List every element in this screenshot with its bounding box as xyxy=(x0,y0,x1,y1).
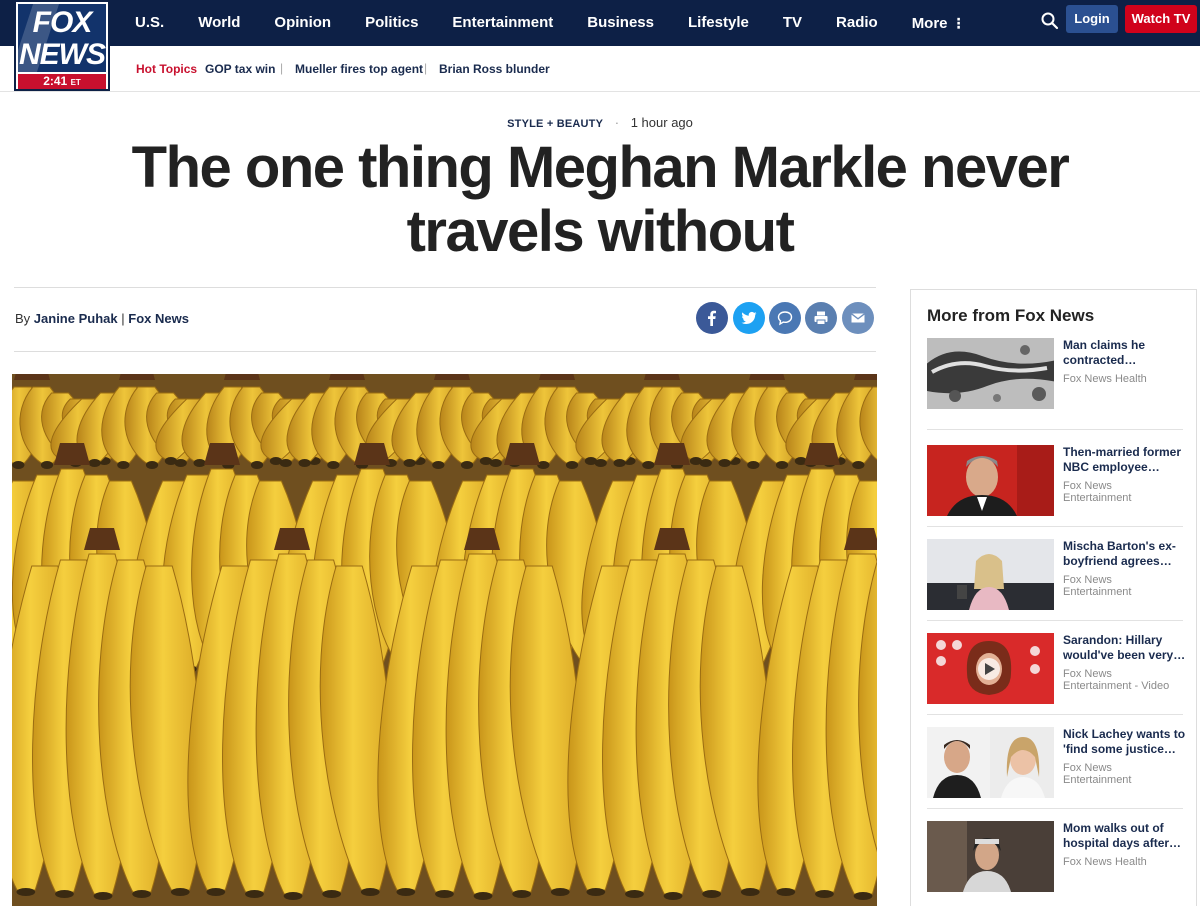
byline-prefix: By xyxy=(15,311,31,326)
story-source: Fox News Health xyxy=(1063,373,1147,385)
comment-button[interactable] xyxy=(769,302,801,334)
divider xyxy=(14,287,876,288)
sidebar-story[interactable]: Then-married former NBC employee… Fox Ne… xyxy=(927,445,1185,523)
divider xyxy=(927,714,1183,715)
logo-time-value: 2:41 xyxy=(43,74,68,88)
nav-item-business[interactable]: Business xyxy=(570,2,671,44)
facebook-share-button[interactable] xyxy=(696,302,728,334)
nav-item-us[interactable]: U.S. xyxy=(118,2,181,44)
divider xyxy=(927,808,1183,809)
email-share-button[interactable] xyxy=(842,302,874,334)
byline: By Janine Puhak | Fox News xyxy=(15,311,189,326)
nav-item-tv[interactable]: TV xyxy=(766,2,819,44)
logo-timezone: ET xyxy=(70,78,81,87)
story-source: Fox News Entertainment xyxy=(1063,480,1132,504)
print-button[interactable] xyxy=(805,302,837,334)
story-thumbnail xyxy=(927,821,1054,892)
story-headline: Man claims he contracted… xyxy=(1063,338,1146,367)
story-thumbnail xyxy=(927,539,1054,610)
main-nav: U.S. World Opinion Politics Entertainmen… xyxy=(118,0,983,46)
sidebar-story[interactable]: Man claims he contracted… Fox News Healt… xyxy=(927,338,1185,416)
divider xyxy=(14,351,876,352)
hot-topics-label: Hot Topics xyxy=(136,62,198,76)
sidebar-story[interactable]: Nick Lachey wants to 'find some justice…… xyxy=(927,727,1185,805)
nav-item-lifestyle[interactable]: Lifestyle xyxy=(671,2,766,44)
article-timestamp: 1 hour ago xyxy=(630,115,693,130)
logo-clock: 2:41 ET xyxy=(18,74,106,89)
story-source: Fox News Entertainment - Video xyxy=(1063,668,1170,692)
story-thumbnail xyxy=(927,445,1054,516)
meta-separator: · xyxy=(614,115,620,130)
facebook-icon xyxy=(708,310,716,326)
search-icon[interactable] xyxy=(1040,11,1060,31)
nav-item-radio[interactable]: Radio xyxy=(819,2,895,44)
nav-item-opinion[interactable]: Opinion xyxy=(257,2,348,44)
hot-topics-bar: Hot Topics GOP tax win | Mueller fires t… xyxy=(0,46,1200,92)
bananas-illustration xyxy=(12,374,877,906)
story-thumbnail xyxy=(927,633,1054,704)
hot-topic-link[interactable]: GOP tax win xyxy=(205,62,275,76)
story-source: Fox News Health xyxy=(1063,856,1147,868)
story-source: Fox News Entertainment xyxy=(1063,574,1132,598)
category-link[interactable]: STYLE + BEAUTY xyxy=(507,118,603,130)
print-icon xyxy=(814,311,828,325)
article-meta: STYLE + BEAUTY · 1 hour ago xyxy=(0,115,1200,130)
nav-item-politics[interactable]: Politics xyxy=(348,2,435,44)
divider: | xyxy=(424,61,428,75)
author-link[interactable]: Janine Puhak xyxy=(34,311,118,326)
divider xyxy=(927,620,1183,621)
outlet-link[interactable]: Fox News xyxy=(128,311,189,326)
article-headline: The one thing Meghan Markle never travel… xyxy=(131,135,1070,264)
story-headline: Sarandon: Hillary would've been very… xyxy=(1063,633,1186,662)
sidebar-story[interactable]: Sarandon: Hillary would've been very… Fo… xyxy=(927,633,1185,711)
sidebar-story[interactable]: Mischa Barton's ex-boyfriend agrees… Fox… xyxy=(927,539,1185,617)
byline-separator: | xyxy=(121,311,125,326)
story-headline: Mischa Barton's ex-boyfriend agrees… xyxy=(1063,539,1176,568)
story-thumbnail xyxy=(927,338,1054,409)
sidebar-story[interactable]: Mom walks out of hospital days after… Fo… xyxy=(927,821,1185,899)
divider xyxy=(927,429,1183,430)
comment-icon xyxy=(777,311,793,326)
email-icon xyxy=(851,313,865,323)
nav-item-entertainment[interactable]: Entertainment xyxy=(435,2,570,44)
twitter-icon xyxy=(741,311,757,325)
story-headline: Mom walks out of hospital days after… xyxy=(1063,821,1182,850)
fox-news-logo[interactable]: FOX NEWS 2:41 ET xyxy=(14,0,110,91)
divider: | xyxy=(280,61,284,75)
story-headline: Then-married former NBC employee… xyxy=(1063,445,1182,474)
login-button[interactable]: Login xyxy=(1066,5,1118,33)
watch-tv-button[interactable]: Watch TV xyxy=(1125,5,1197,33)
logo-news-text: NEWS xyxy=(19,38,106,71)
sidebar-title: More from Fox News xyxy=(927,306,1095,325)
twitter-share-button[interactable] xyxy=(733,302,765,334)
nav-more-label: More xyxy=(911,14,948,32)
story-source: Fox News Entertainment xyxy=(1063,762,1132,786)
hot-topic-link[interactable]: Mueller fires top agent xyxy=(295,62,423,76)
story-headline: Nick Lachey wants to 'find some justice… xyxy=(1063,727,1186,756)
divider xyxy=(927,526,1183,527)
story-thumbnail xyxy=(927,727,1054,798)
vertical-dots-icon: ⋮ xyxy=(951,14,966,31)
hot-topic-link[interactable]: Brian Ross blunder xyxy=(439,62,550,76)
article-hero-image[interactable] xyxy=(12,374,877,906)
more-from-sidebar: More from Fox News Man claims he contrac… xyxy=(910,289,1197,906)
nav-item-world[interactable]: World xyxy=(181,2,257,44)
top-nav-bar: U.S. World Opinion Politics Entertainmen… xyxy=(0,0,1200,46)
logo-fox-text: FOX xyxy=(32,6,93,39)
nav-item-more[interactable]: More ⋮ xyxy=(895,2,983,45)
